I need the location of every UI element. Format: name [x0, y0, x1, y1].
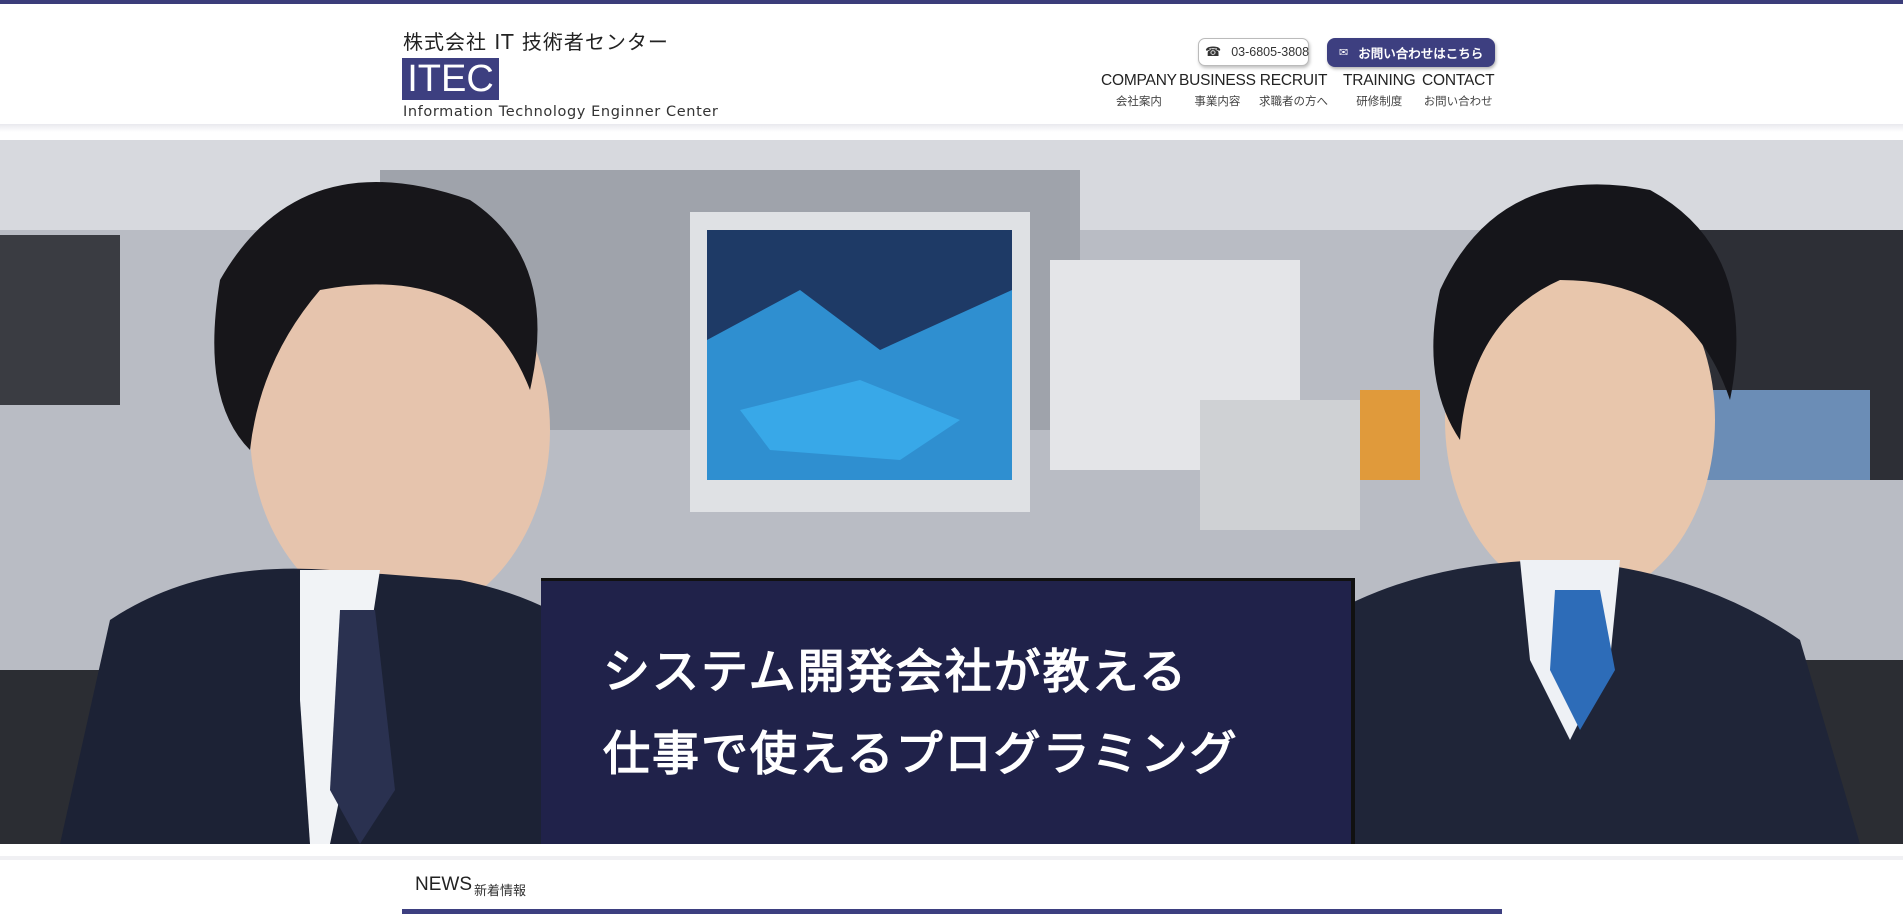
- nav-item-company[interactable]: COMPANY 会社案内: [1101, 72, 1177, 109]
- contact-inquiry-button[interactable]: ✉ お問い合わせはこちら: [1327, 38, 1495, 67]
- section-divider: [0, 856, 1903, 860]
- hero-headline-box: システム開発会社が教える 仕事で使えるプログラミング: [541, 578, 1355, 844]
- hero-headline-line2: 仕事で使えるプログラミング: [603, 727, 1239, 782]
- nav-item-label: COMPANY: [1101, 72, 1177, 89]
- site-logo[interactable]: ITEC: [402, 58, 499, 100]
- site-header: 株式会社 IT 技術者センター ITEC Information Technol…: [0, 4, 1903, 126]
- nav-item-sublabel: 事業内容: [1194, 94, 1241, 108]
- nav-item-training[interactable]: TRAINING 研修制度: [1343, 72, 1416, 109]
- news-heading-underline: [402, 909, 1502, 914]
- nav-item-label: RECRUIT: [1259, 72, 1328, 89]
- company-name: 株式会社 IT 技術者センター: [403, 30, 669, 54]
- header-shadow: [0, 124, 1903, 132]
- nav-item-sublabel: 会社案内: [1115, 94, 1162, 108]
- company-tagline: Information Technology Enginner Center: [403, 104, 719, 120]
- news-heading: NEWS: [415, 874, 472, 895]
- phone-number: 03-6805-3808: [1231, 45, 1310, 59]
- nav-item-business[interactable]: BUSINESS 事業内容: [1179, 72, 1256, 109]
- hero-banner: システム開発会社が教える 仕事で使えるプログラミング: [0, 140, 1903, 844]
- phone-number-pill[interactable]: ☎ 03-6805-3808: [1198, 38, 1309, 66]
- nav-item-contact[interactable]: CONTACT お問い合わせ: [1422, 72, 1495, 109]
- nav-item-sublabel: お問い合わせ: [1423, 94, 1493, 108]
- nav-item-label: CONTACT: [1422, 72, 1495, 89]
- nav-item-sublabel: 研修制度: [1356, 94, 1403, 108]
- news-subheading: 新着情報: [474, 884, 527, 899]
- nav-item-label: BUSINESS: [1179, 72, 1256, 89]
- contact-inquiry-label: お問い合わせはこちら: [1358, 46, 1484, 61]
- phone-icon: ☎: [1205, 44, 1222, 60]
- nav-item-recruit[interactable]: RECRUIT 求職者の方へ: [1259, 72, 1328, 109]
- nav-item-label: TRAINING: [1343, 72, 1416, 89]
- nav-item-sublabel: 求職者の方へ: [1259, 94, 1328, 108]
- mail-icon: ✉: [1339, 46, 1349, 59]
- hero-headline-line1: システム開発会社が教える: [603, 645, 1189, 700]
